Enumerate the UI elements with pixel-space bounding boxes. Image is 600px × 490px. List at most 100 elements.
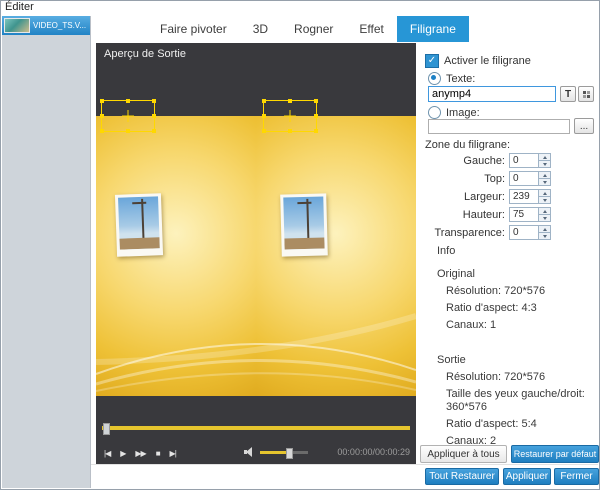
apply-to-all-button[interactable]: Appliquer à tous [420,445,507,463]
tab-faire-pivoter[interactable]: Faire pivoter [147,16,240,42]
volume-handle[interactable] [286,448,293,459]
tab-3d[interactable]: 3D [240,16,281,42]
watermark-text-input[interactable] [428,86,556,102]
watermark-box-right[interactable] [263,100,317,132]
speaker-icon[interactable] [244,447,255,457]
activate-watermark-row: ✓ Activer le filigrane [425,54,531,68]
seek-handle[interactable] [103,423,110,435]
zone-label: Zone du filigrane: [425,139,510,151]
text-radio[interactable] [428,72,441,85]
image-radio-row: Image: [428,106,480,119]
info-line: Canaux: 1 [437,319,593,332]
spin-up-button[interactable] [539,208,550,215]
spin-down-button[interactable] [539,197,550,203]
font-button[interactable]: T [560,86,576,102]
ground-shape [119,237,159,249]
restore-default-button[interactable]: Restaurer par défaut [511,445,599,463]
edit-window: Éditer VIDEO_TS.V... Faire pivoter 3D Ro… [0,0,600,490]
spin-up-button[interactable] [539,172,550,179]
field-row-transparence: Transparence: 0 [421,225,554,240]
spin-down-button[interactable] [539,179,550,185]
spin-value[interactable]: 75 [510,208,538,221]
largeur-spinbox[interactable]: 239 [509,189,551,204]
info-line: Résolution: 720*576 [437,371,593,384]
activate-watermark-checkbox[interactable]: ✓ [425,54,439,68]
info-line: Ratio d'aspect: 4:3 [437,302,593,315]
text-radio-label: Texte: [446,73,475,85]
spin-down-button[interactable] [539,233,550,239]
info-line: Taille des yeux gauche/droit: 360*576 [437,388,593,414]
top-spinbox[interactable]: 0 [509,171,551,186]
image-radio[interactable] [428,106,441,119]
spin-down-button[interactable] [539,161,550,167]
volume-slider[interactable] [260,451,308,454]
spin-up-button[interactable] [539,226,550,233]
preview-panel: Aperçu de Sortie [96,43,416,467]
crossarm-shape [132,202,146,204]
chevron-up-icon [543,174,547,177]
font-color-button[interactable] [578,86,594,102]
ground-shape [284,237,324,249]
stop-button[interactable]: ■ [156,449,160,458]
tab-rogner[interactable]: Rogner [281,16,346,42]
footer-bar: Tout Restaurer Appliquer Fermer [91,464,598,488]
seek-fill [102,426,410,430]
volume-fill [260,451,288,454]
spin-value[interactable]: 239 [510,190,538,203]
spin-down-button[interactable] [539,215,550,221]
watermark-settings-panel: ✓ Activer le filigrane Texte: T Image: .… [416,43,598,465]
chevron-down-icon [543,163,547,166]
spin-value[interactable]: 0 [510,154,538,167]
watermark-box-left[interactable] [101,100,155,132]
spin-value[interactable]: 0 [510,226,538,239]
field-label: Largeur: [421,191,509,203]
play-button[interactable]: ▶ [120,449,125,458]
field-row-gauche: Gauche: 0 [421,153,554,168]
field-row-hauteur: Hauteur: 75 [421,207,554,222]
text-radio-row: Texte: [428,72,475,85]
chevron-up-icon [543,156,547,159]
tab-effet[interactable]: Effet [346,16,396,42]
gauche-spinbox[interactable]: 0 [509,153,551,168]
chevron-down-icon [543,199,547,202]
transparence-spinbox[interactable]: 0 [509,225,551,240]
video-thumbnail [4,18,30,33]
info-sortie-title: Sortie [437,354,593,367]
chevron-down-icon [543,235,547,238]
spin-up-button[interactable] [539,190,550,197]
image-path-input[interactable] [428,119,570,134]
sidebar-item-label: VIDEO_TS.V... [33,21,86,30]
watermark-handles[interactable] [100,99,104,103]
field-label: Gauche: [421,155,509,167]
previous-frame-button[interactable]: |◀ [104,449,110,458]
spin-value[interactable]: 0 [510,172,538,185]
restore-all-button[interactable]: Tout Restaurer [425,468,499,485]
seek-bar[interactable] [102,426,410,430]
video-preview [96,116,416,396]
field-row-largeur: Largeur: 239 [421,189,554,204]
apply-button[interactable]: Appliquer [503,468,551,485]
spin-up-button[interactable] [539,154,550,161]
watermark-handles[interactable] [262,99,266,103]
browse-button[interactable]: ... [574,118,594,134]
info-title: Info [437,245,593,258]
font-color-icon [583,91,586,94]
info-section: Info Original Résolution: 720*576 Ratio … [437,245,593,448]
field-row-top: Top: 0 [421,171,554,186]
hauteur-spinbox[interactable]: 75 [509,207,551,222]
preview-photo-right [280,193,328,256]
chevron-up-icon [543,192,547,195]
chevron-down-icon [543,181,547,184]
speaker-cone [246,447,252,457]
photo-image [283,196,324,249]
chevron-up-icon [543,228,547,231]
field-label: Transparence: [421,227,509,239]
tab-filigrane[interactable]: Filigrane [397,16,469,42]
close-button[interactable]: Fermer [554,468,599,485]
image-radio-label: Image: [446,107,480,119]
photo-image [118,196,160,249]
fast-forward-button[interactable]: ▶▶ [135,449,145,458]
info-original-title: Original [437,268,593,281]
next-frame-button[interactable]: ▶| [170,449,176,458]
sidebar-item-video[interactable]: VIDEO_TS.V... [2,16,90,35]
